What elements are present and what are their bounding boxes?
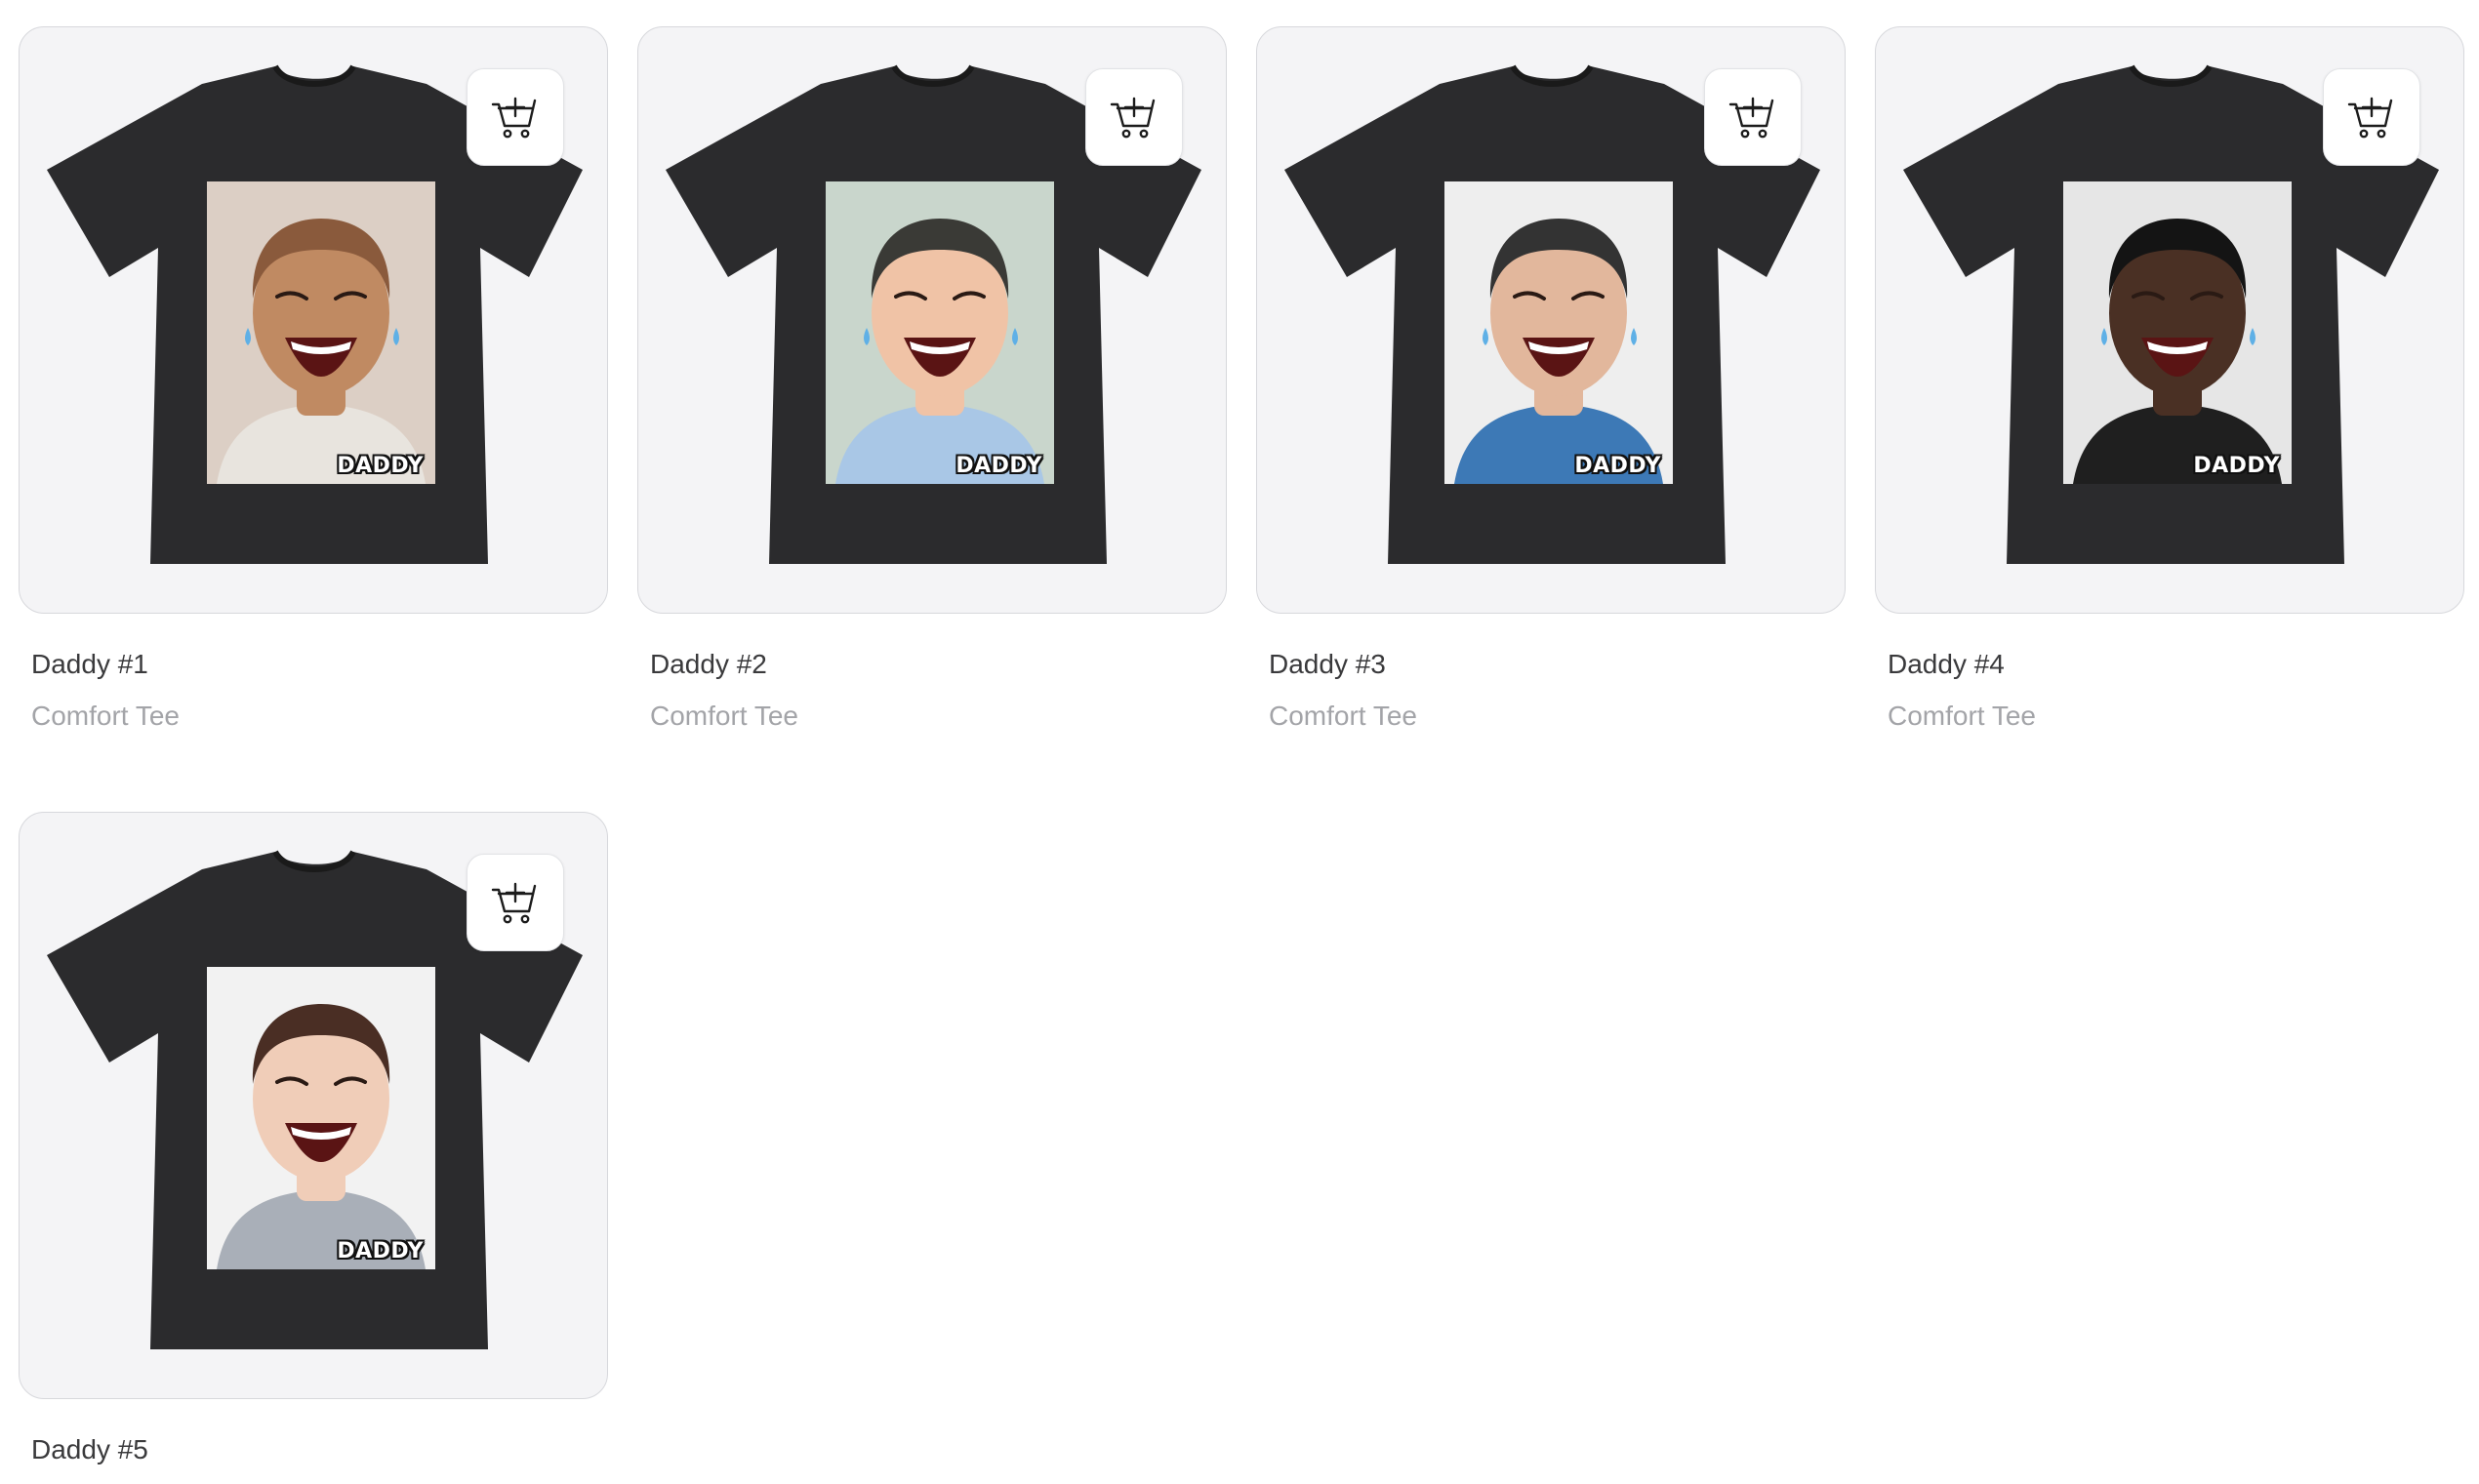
product-type: Comfort Tee [1888, 701, 2036, 731]
add-to-cart-button[interactable] [467, 68, 564, 166]
product-card[interactable]: DADDY Daddy #3 Comfort Tee [1256, 26, 1846, 734]
product-card[interactable]: DADDY Daddy #1 Comfort Tee [19, 26, 608, 734]
product-title[interactable]: Daddy #1 [31, 647, 608, 682]
add-to-cart-icon [2347, 97, 2393, 139]
shirt-print-artwork: DADDY [207, 967, 435, 1269]
product-card[interactable]: DADDY Daddy #5 [19, 812, 608, 1484]
shirt-print-artwork: DADDY [2063, 181, 2292, 484]
product-type: Comfort Tee [31, 701, 180, 731]
product-title[interactable]: Daddy #2 [650, 647, 1227, 682]
print-label: DADDY [1574, 454, 1661, 478]
print-label: DADDY [2193, 454, 2280, 478]
product-type: Comfort Tee [650, 701, 798, 731]
add-to-cart-icon [1110, 97, 1156, 139]
shirt-print-artwork: DADDY [826, 181, 1054, 484]
product-image[interactable]: DADDY [1256, 26, 1846, 614]
print-label: DADDY [337, 1239, 424, 1263]
add-to-cart-button[interactable] [2323, 68, 2420, 166]
add-to-cart-icon [491, 97, 537, 139]
add-to-cart-button[interactable] [467, 854, 564, 951]
product-image[interactable]: DADDY [637, 26, 1227, 614]
product-type: Comfort Tee [1269, 701, 1417, 731]
product-title[interactable]: Daddy #5 [31, 1432, 608, 1467]
add-to-cart-button[interactable] [1085, 68, 1183, 166]
print-label: DADDY [955, 454, 1042, 478]
add-to-cart-button[interactable] [1704, 68, 1802, 166]
product-card[interactable]: DADDY Daddy #2 Comfort Tee [637, 26, 1227, 734]
product-image[interactable]: DADDY [1875, 26, 2464, 614]
shirt-print-artwork: DADDY [207, 181, 435, 484]
add-to-cart-icon [491, 882, 537, 924]
product-title[interactable]: Daddy #3 [1269, 647, 1846, 682]
product-title[interactable]: Daddy #4 [1888, 647, 2464, 682]
product-card[interactable]: DADDY Daddy #4 Comfort Tee [1875, 26, 2464, 734]
product-image[interactable]: DADDY [19, 26, 608, 614]
product-grid: DADDY Daddy #1 Comfort Tee DADDY Daddy #… [19, 26, 2468, 1484]
product-image[interactable]: DADDY [19, 812, 608, 1399]
print-label: DADDY [337, 454, 424, 478]
shirt-print-artwork: DADDY [1444, 181, 1673, 484]
add-to-cart-icon [1728, 97, 1774, 139]
